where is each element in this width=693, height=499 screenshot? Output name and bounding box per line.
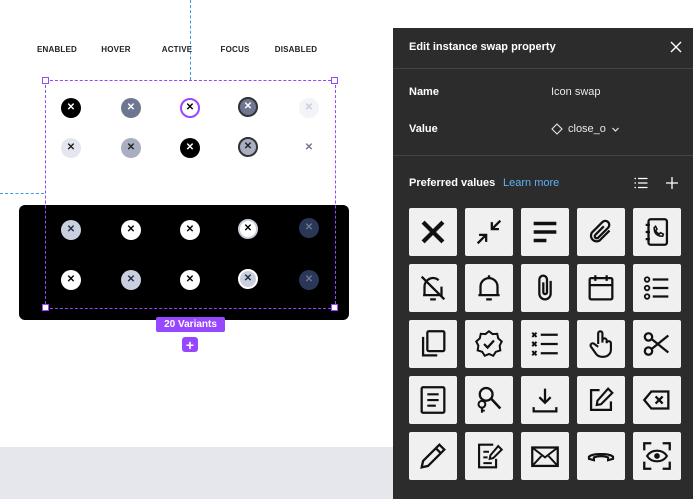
preferred-icon-tile[interactable] [465, 320, 513, 368]
keys-search-icon [477, 386, 502, 413]
component-instance-icon [551, 123, 563, 135]
scissors-icon [643, 332, 670, 356]
preferred-icon-tile[interactable] [409, 208, 457, 256]
preferred-icon-tile[interactable] [577, 264, 625, 312]
phone-hangup-icon [587, 452, 615, 462]
hand-pointer-icon [589, 330, 612, 358]
horizontal-guide-line [0, 193, 44, 194]
value-dropdown[interactable]: close_o [551, 123, 620, 135]
name-value: Icon swap [551, 86, 601, 98]
resize-handle-bottom-right[interactable] [331, 304, 338, 311]
resize-handle-top-left[interactable] [42, 77, 49, 84]
header-divider [393, 68, 693, 69]
text-align-left-icon [533, 221, 557, 243]
backspace-icon [642, 390, 670, 410]
preferred-icon-tile[interactable] [633, 432, 681, 480]
preferred-icon-tile[interactable] [465, 376, 513, 424]
preferred-values-label: Preferred values [409, 177, 496, 189]
preferred-icon-tile[interactable] [409, 432, 457, 480]
preferred-icon-tile[interactable] [577, 320, 625, 368]
preferred-icon-tile[interactable] [577, 376, 625, 424]
preferred-icon-tile[interactable] [577, 208, 625, 256]
preferred-icon-tile[interactable] [521, 320, 569, 368]
resize-handle-top-right[interactable] [331, 77, 338, 84]
preferred-icon-tile[interactable] [577, 432, 625, 480]
preferred-icon-tile[interactable] [521, 208, 569, 256]
value-selected: close_o [568, 123, 606, 135]
scan-eye-icon [643, 442, 671, 470]
preferred-icon-tile[interactable] [409, 320, 457, 368]
column-label-disabled: DISABLED [274, 45, 318, 54]
column-label-hover: HOVER [101, 45, 131, 54]
pencil-icon [420, 443, 446, 469]
component-set-selection[interactable] [45, 80, 336, 309]
name-label: Name [409, 86, 439, 98]
document-icon [420, 386, 446, 414]
column-label-focus: FOCUS [220, 45, 250, 54]
add-preferred-value-icon[interactable] [665, 176, 679, 190]
name-field[interactable]: Icon swap [551, 86, 601, 98]
paperclip-icon [589, 219, 611, 243]
learn-more-link[interactable]: Learn more [503, 177, 559, 189]
mail-icon [531, 446, 559, 468]
preferred-icon-tile[interactable] [633, 208, 681, 256]
bell-icon [478, 275, 500, 301]
vertical-guide-line [190, 0, 191, 80]
preferred-icon-tile[interactable] [521, 432, 569, 480]
collapse-arrows-icon [476, 219, 502, 245]
bell-off-icon [420, 275, 446, 301]
preferred-icon-tile[interactable] [521, 264, 569, 312]
variants-count-badge: 20 Variants [156, 317, 225, 332]
form-edit-icon [478, 443, 504, 469]
list-view-icon[interactable] [634, 177, 648, 189]
preferred-icon-tile[interactable] [521, 376, 569, 424]
copy-icon [421, 330, 446, 357]
resize-handle-bottom-left[interactable] [42, 304, 49, 311]
preferred-icon-tile[interactable] [633, 320, 681, 368]
preferred-icon-tile[interactable] [465, 432, 513, 480]
download-icon [532, 388, 558, 413]
panel-title: Edit instance swap property [409, 41, 556, 53]
verified-badge-icon [475, 329, 503, 358]
preferred-icon-tile[interactable] [465, 208, 513, 256]
preferred-icon-tile[interactable] [633, 376, 681, 424]
section-divider [393, 155, 693, 156]
contacts-book-icon [645, 218, 669, 246]
attachment-icon [538, 274, 552, 301]
column-label-active: ACTIVE [161, 45, 193, 54]
preferred-icon-tile[interactable] [465, 264, 513, 312]
bullet-list-icon [643, 276, 669, 300]
checklist-icon [531, 331, 558, 357]
edit-square-icon [589, 387, 614, 412]
value-label: Value [409, 123, 438, 135]
preferred-icon-tile[interactable] [409, 264, 457, 312]
add-variant-button[interactable]: + [182, 337, 198, 352]
preferred-icon-tile[interactable] [409, 376, 457, 424]
close-icon[interactable] [669, 40, 683, 54]
preferred-icon-tile[interactable] [633, 264, 681, 312]
chevron-down-icon [611, 127, 619, 132]
column-label-enabled: ENABLED [36, 45, 78, 54]
close-x-icon [421, 220, 445, 244]
edit-instance-swap-panel: Edit instance swap property Name Icon sw… [393, 28, 693, 499]
calendar-icon [588, 275, 614, 301]
